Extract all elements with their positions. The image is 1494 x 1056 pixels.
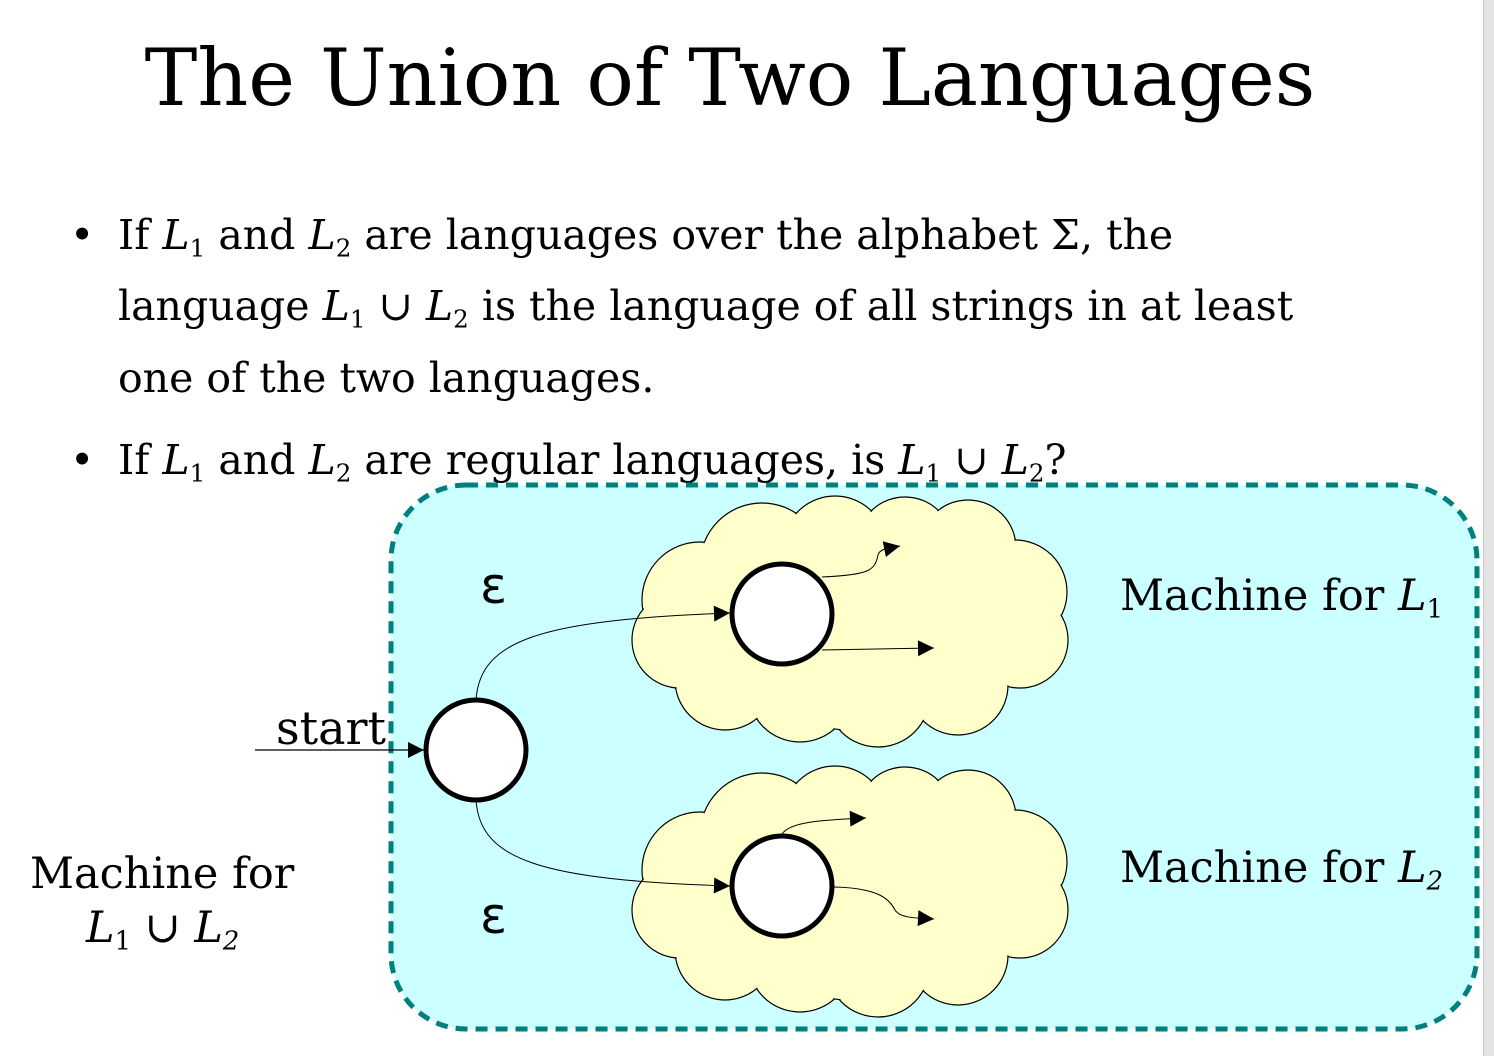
machine-l1-sub: 1	[1426, 594, 1444, 625]
machine-l1-text: Machine for	[1120, 571, 1399, 621]
machine-l2-text: Machine for	[1120, 843, 1399, 893]
scrollbar[interactable]	[1483, 0, 1494, 1056]
union-sub2: 2	[222, 926, 240, 957]
machine-l1-var: L	[1398, 571, 1427, 621]
machine-union-line2: L1 ∪ L2	[86, 902, 239, 968]
epsilon-label-top: ε	[480, 557, 508, 615]
l2-start-state	[729, 833, 835, 939]
machine-union-line1: Machine for	[30, 849, 295, 899]
l1-start-state	[729, 561, 835, 667]
machine-l1-label: Machine for L1	[1120, 570, 1443, 636]
union-var2: L	[194, 903, 223, 953]
start-label: start	[276, 701, 386, 755]
epsilon-label-bottom: ε	[480, 887, 508, 945]
cloud-puff-fill	[633, 863, 727, 957]
machine-l2-label: Machine for L2	[1120, 842, 1443, 908]
start-state	[423, 697, 529, 803]
machine-l2-var: L	[1398, 843, 1427, 893]
union-sub1: 1	[114, 926, 131, 957]
cloud-puff-fill	[841, 531, 1019, 709]
machine-l2-sub: 2	[1426, 866, 1444, 897]
cloud-puff-fill	[633, 593, 727, 687]
cloud-puff-fill	[841, 801, 1019, 979]
union-op: ∪	[130, 903, 195, 953]
union-var1: L	[86, 903, 115, 953]
